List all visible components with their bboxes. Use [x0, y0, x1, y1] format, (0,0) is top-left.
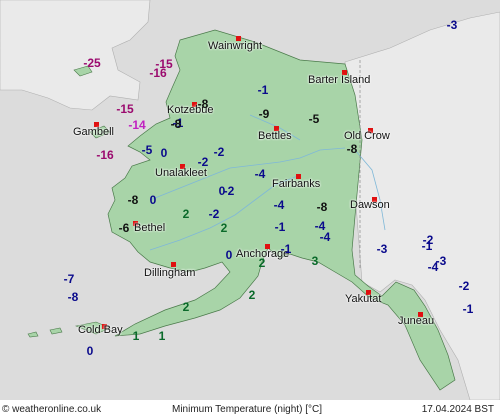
temperature-value: -8 — [197, 97, 209, 111]
date-label: 17.04.2024 BST — [421, 404, 494, 415]
temperature-value: -4 — [319, 230, 331, 244]
weather-map: Wainwright Barter Island Kotzebue Gambell Be… — [0, 0, 500, 420]
temperature-value: -7 — [63, 272, 75, 286]
city-label-dawson[interactable]: Dawson — [350, 199, 390, 212]
temperature-value: -4 — [254, 167, 266, 181]
temperature-value: 2 — [182, 207, 190, 221]
temperature-value: 2 — [248, 288, 256, 302]
temperature-value: -8 — [127, 193, 139, 207]
temperature-value: 1 — [132, 329, 140, 343]
map-base — [0, 0, 500, 420]
city-label-barter-island[interactable]: Barter Island — [308, 74, 370, 87]
temperature-value: 2 — [182, 300, 190, 314]
temperature-value: -14 — [128, 118, 146, 132]
temperature-value: 0 — [86, 344, 94, 358]
temperature-value: 0 — [225, 248, 233, 262]
temperature-value: -2 — [213, 145, 225, 159]
temperature-value: -1 — [274, 220, 286, 234]
temperature-value: -25 — [83, 56, 101, 70]
source-label[interactable]: © weatheronline.co.uk — [2, 404, 101, 416]
temperature-value: -4 — [273, 198, 285, 212]
footer-bar: © weatheronline.co.uk Minimum Temperatur… — [0, 400, 500, 420]
temperature-value: -8 — [67, 290, 79, 304]
temperature-value: -16 — [96, 148, 114, 162]
temperature-value: -2 — [223, 184, 235, 198]
temperature-value: 2 — [220, 221, 228, 235]
temperature-value: -9 — [258, 107, 270, 121]
temperature-value: -1 — [421, 239, 433, 253]
map-title: Minimum Temperature (night) [°C] — [172, 404, 322, 415]
city-label-juneau[interactable]: Juneau — [398, 315, 434, 328]
temperature-value: -2 — [197, 155, 209, 169]
temperature-value: -1 — [257, 83, 269, 97]
temperature-value: -6 — [118, 221, 130, 235]
temperature-value: 3 — [311, 254, 319, 268]
temperature-value: -5 — [141, 143, 153, 157]
temperature-value: -15 — [116, 102, 134, 116]
city-label-dillingham[interactable]: Dillingham — [144, 267, 195, 280]
temperature-value: 0 — [160, 146, 168, 160]
temperature-value: -3 — [446, 18, 458, 32]
city-label-gambell[interactable]: Gambell — [73, 126, 114, 139]
temperature-value: -1 — [462, 302, 474, 316]
city-label-bethel[interactable]: Bethel — [134, 222, 165, 235]
temperature-value: -8 — [170, 117, 182, 131]
city-label-cold-bay[interactable]: Cold Bay — [78, 324, 123, 337]
city-label-yakutat[interactable]: Yakutat — [345, 293, 382, 306]
temperature-value: -8 — [316, 200, 328, 214]
temperature-value: -1 — [280, 242, 292, 256]
temperature-value: -8 — [346, 142, 358, 156]
temperature-value: -2 — [458, 279, 470, 293]
temperature-value: 0 — [149, 193, 157, 207]
temperature-value: -2 — [208, 207, 220, 221]
temperature-value: -4 — [427, 260, 439, 274]
temperature-value: 1 — [158, 329, 166, 343]
temperature-value: -3 — [376, 242, 388, 256]
city-label-fairbanks[interactable]: Fairbanks — [272, 178, 320, 191]
temperature-value: -5 — [308, 112, 320, 126]
city-label-wainwright[interactable]: Wainwright — [208, 40, 262, 53]
temperature-value: 2 — [258, 256, 266, 270]
temperature-value: -16 — [149, 66, 167, 80]
city-label-bettles[interactable]: Bettles — [258, 130, 292, 143]
